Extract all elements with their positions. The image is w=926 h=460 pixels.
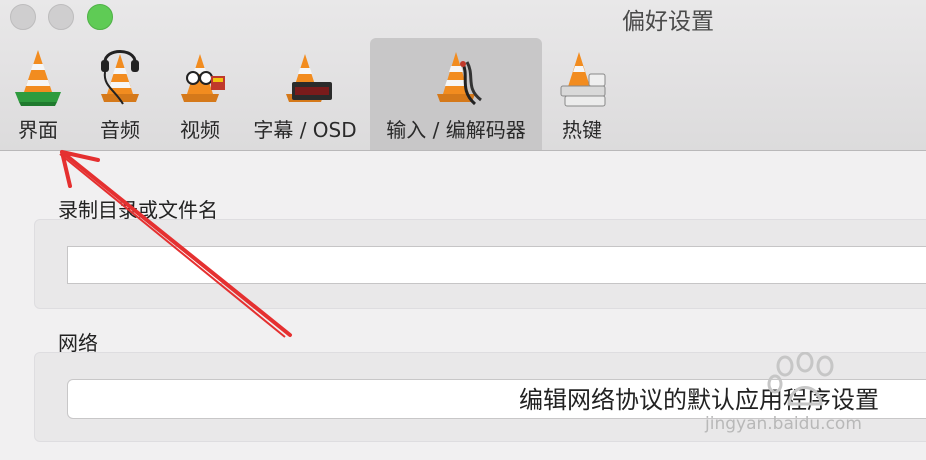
tab-subtitles-osd-label: 字幕 / OSD	[253, 118, 357, 142]
baidu-watermark: jingyan.baidu.com	[705, 352, 895, 442]
tab-interface-label: 界面	[18, 118, 58, 142]
baidu-paw-icon	[767, 352, 834, 406]
tab-audio-label: 音频	[100, 118, 140, 142]
record-path-input[interactable]	[67, 246, 926, 284]
tab-input-codecs[interactable]: 输入 / 编解码器	[370, 38, 542, 150]
tab-video-label: 视频	[180, 118, 220, 142]
vlc-input-codecs-icon	[437, 52, 482, 106]
tab-hotkeys-label: 热键	[562, 118, 602, 142]
vlc-subtitles-icon	[286, 54, 332, 102]
tab-hotkeys[interactable]: 热键	[545, 38, 619, 150]
vlc-audio-icon	[101, 50, 139, 105]
tab-subtitles-osd[interactable]: 字幕 / OSD	[245, 38, 365, 150]
window-title: 偏好设置	[622, 9, 714, 35]
baidu-watermark-text: jingyan.baidu.com	[705, 414, 862, 434]
tab-interface[interactable]: 界面	[0, 38, 76, 150]
vlc-video-icon	[181, 54, 225, 102]
tab-audio[interactable]: 音频	[80, 38, 160, 150]
tab-video[interactable]: 视频	[160, 38, 240, 150]
tab-input-codecs-label: 输入 / 编解码器	[386, 118, 526, 142]
title-bar: 偏好设置 界面 音频 视频 字幕 / OSD 输入 / 编解码器 热键	[0, 0, 926, 151]
vlc-hotkeys-icon	[560, 52, 606, 107]
vlc-interface-icon	[15, 50, 61, 106]
